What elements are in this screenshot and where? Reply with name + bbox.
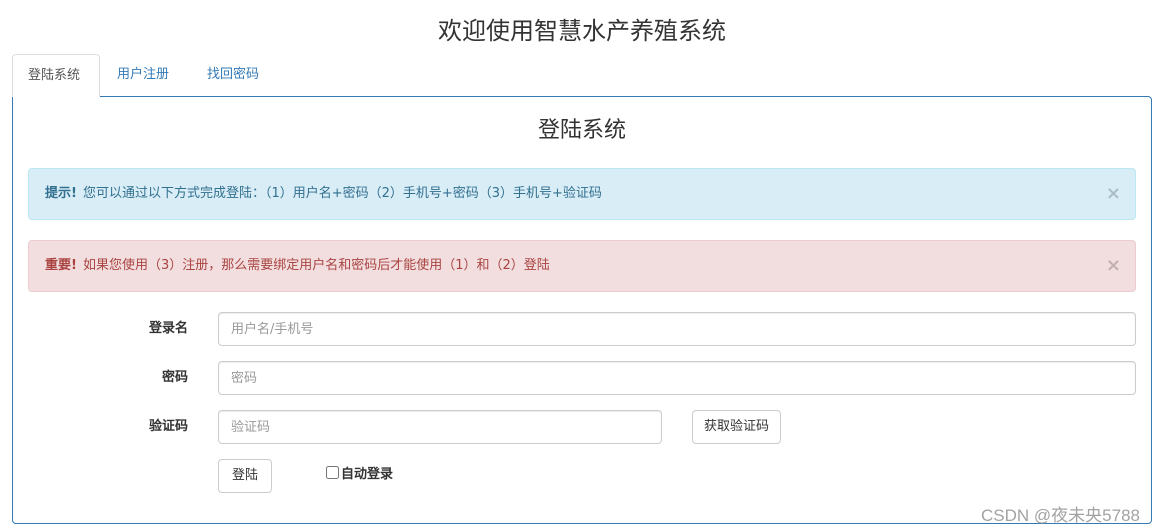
auto-login-label: 自动登录: [341, 467, 394, 482]
panel-title: 登陆系统: [537, 118, 626, 143]
danger-alert-text: 如果您使用（3）注册，那么需要绑定用户名和密码后才能使用（1）和（2）登陆: [82, 258, 550, 273]
tab-register[interactable]: 用户注册: [102, 54, 184, 97]
watermark: CSDN @夜未央5788: [981, 506, 1140, 525]
tab-login[interactable]: 登陆系统: [12, 54, 100, 97]
info-alert-strong: 提示!: [45, 186, 77, 201]
close-icon[interactable]: ×: [1106, 169, 1121, 219]
tab-recover-password[interactable]: 找回密码: [192, 54, 274, 97]
login-button[interactable]: 登陆: [218, 459, 272, 493]
info-alert-text: 您可以通过以下方式完成登陆：（1）用户名+密码（2）手机号+密码（3）手机号+验…: [82, 186, 602, 201]
captcha-input[interactable]: [218, 410, 662, 444]
password-input[interactable]: [218, 361, 1136, 395]
get-code-button[interactable]: 获取验证码: [692, 410, 782, 444]
captcha-label: 验证码: [148, 419, 188, 434]
page-title: 欢迎使用智慧水产养殖系统: [438, 17, 726, 45]
auto-login-checkbox[interactable]: [326, 466, 339, 479]
danger-alert-strong: 重要!: [45, 258, 77, 273]
close-icon[interactable]: ×: [1106, 241, 1121, 291]
info-alert: 提示! 您可以通过以下方式完成登陆：（1）用户名+密码（2）手机号+密码（3）手机…: [28, 168, 1136, 220]
auto-login-checkbox-wrapper[interactable]: 自动登录: [326, 464, 393, 486]
username-input[interactable]: [218, 312, 1136, 346]
tab-bar: 登陆系统 用户注册 找回密码: [12, 54, 1152, 97]
login-panel: 登陆系统 提示! 您可以通过以下方式完成登陆：（1）用户名+密码（2）手机号+密码…: [12, 96, 1152, 524]
username-label: 登录名: [148, 321, 188, 336]
danger-alert: 重要! 如果您使用（3）注册，那么需要绑定用户名和密码后才能使用（1）和（2）登陆…: [28, 240, 1136, 292]
password-label: 密码: [161, 370, 188, 385]
